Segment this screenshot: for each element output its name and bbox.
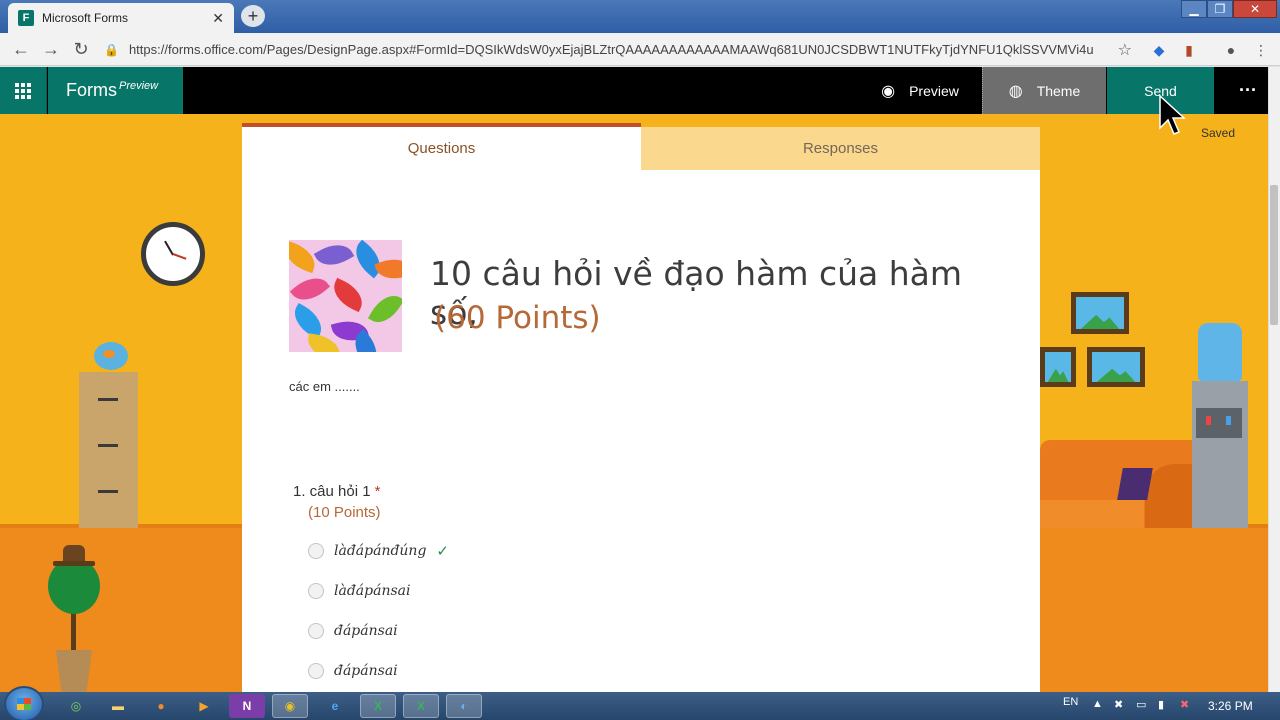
radio-button[interactable] [308, 543, 324, 559]
question-points: (10 Points) [308, 504, 381, 521]
hat-brim [53, 561, 95, 566]
action-center-icon[interactable]: ✖ [1114, 698, 1123, 711]
page-scrollbar[interactable] [1268, 67, 1280, 692]
palette-icon: ◍ [1008, 82, 1023, 100]
address-bar[interactable]: 🔒 https://forms.office.com/Pages/DesignP… [104, 37, 1142, 62]
option-label: làđápánsai [334, 583, 411, 599]
tray-arrow-icon[interactable]: ▲ [1092, 698, 1103, 710]
answer-option[interactable]: làđápánsai [308, 581, 410, 601]
tab-responses[interactable]: Responses [641, 127, 1040, 170]
app-name: Forms [66, 80, 117, 100]
wall-clock-illustration [141, 222, 205, 286]
form-header-image[interactable] [289, 240, 402, 352]
question-text: 1. câu hỏi 1 [293, 483, 371, 500]
app-tag: Preview [119, 79, 159, 92]
radio-button[interactable] [308, 663, 324, 679]
network-app-icon[interactable]: ◐ [446, 694, 482, 718]
picture-frame-illustration [1040, 347, 1076, 387]
language-indicator[interactable]: EN [1063, 696, 1078, 708]
forward-icon[interactable]: → [36, 39, 66, 60]
onenote-icon[interactable]: N [229, 694, 265, 718]
radio-button[interactable] [308, 583, 324, 599]
taskbar-clock[interactable]: 3:26 PM [1208, 699, 1253, 713]
waffle-icon [15, 82, 31, 99]
scrollbar-thumb[interactable] [1270, 185, 1278, 325]
water-cooler-bottle [1198, 323, 1242, 381]
window-minimize-button[interactable]: ▁ [1181, 0, 1207, 18]
new-tab-button[interactable]: + [241, 5, 265, 27]
excel-icon[interactable]: X [403, 694, 439, 718]
preview-label: Preview [909, 82, 959, 99]
theme-label: Theme [1036, 82, 1081, 99]
profile-icon[interactable]: ● [1222, 41, 1240, 59]
folder-icon[interactable]: ▬ [100, 694, 136, 718]
window-close-button[interactable]: ✕ [1233, 0, 1277, 18]
eye-icon: ◉ [881, 82, 896, 100]
back-icon[interactable]: ← [6, 39, 36, 60]
chrome-icon[interactable]: ◉ [272, 694, 308, 718]
app-launcher-button[interactable] [0, 67, 47, 114]
question-title[interactable]: 1. câu hỏi 1 * [293, 483, 380, 500]
volume-muted-icon[interactable]: ✖ [1180, 698, 1189, 711]
signal-icon[interactable]: ▮ [1158, 698, 1164, 711]
forms-brand[interactable]: Forms Preview [48, 67, 183, 114]
option-label: làđápánđúng [334, 543, 427, 559]
firefox-icon[interactable]: ● [143, 694, 179, 718]
browser-tab[interactable]: F Microsoft Forms ✕ [8, 3, 234, 33]
option-label: đápánsai [334, 663, 398, 679]
cabinet-illustration [79, 372, 138, 528]
water-cooler-panel [1196, 408, 1242, 438]
extension-icon[interactable]: ▮ [1180, 41, 1198, 59]
reload-icon[interactable]: ↻ [66, 39, 96, 60]
lock-icon: 🔒 [104, 42, 119, 57]
option-label: đápánsai [334, 623, 398, 639]
radio-button[interactable] [308, 623, 324, 639]
hat-illustration [63, 545, 85, 561]
forms-header: Forms Preview ◉ Preview ◍ Theme Send ··· [0, 67, 1268, 114]
media-player-icon[interactable]: ▶ [186, 694, 222, 718]
fish-illustration [103, 350, 115, 358]
forms-favicon-icon: F [18, 10, 34, 26]
mouse-cursor-icon [1159, 94, 1186, 135]
chrome-alt-icon[interactable]: ◎ [58, 694, 94, 718]
browser-toolbar: ← → ↻ 🔒 https://forms.office.com/Pages/D… [0, 33, 1280, 66]
bookmark-star-icon[interactable]: ☆ [1118, 40, 1132, 60]
plant-pot [56, 650, 92, 692]
more-options-button[interactable]: ··· [1230, 67, 1266, 114]
window-maximize-button[interactable]: ❐ [1207, 0, 1233, 18]
answer-option[interactable]: đápánsai [308, 661, 398, 681]
browser-titlebar: F Microsoft Forms ✕ + ▁ ❐ ✕ [0, 0, 1280, 33]
internet-explorer-icon[interactable]: e [317, 694, 353, 718]
plant-illustration [48, 558, 100, 614]
form-total-points: (60 Points) [434, 300, 601, 336]
water-cooler-illustration [1192, 381, 1248, 528]
saved-status: Saved [1201, 126, 1236, 140]
display-icon[interactable]: ▭ [1136, 698, 1146, 711]
shield-extension-icon[interactable]: ◆ [1150, 41, 1168, 59]
required-mark: * [374, 483, 381, 500]
picture-frame-illustration [1087, 347, 1145, 387]
theme-button[interactable]: ◍ Theme [982, 67, 1106, 114]
tab-title: Microsoft Forms [42, 11, 129, 25]
sofa-seat [1040, 500, 1144, 528]
excel-icon[interactable]: X [360, 694, 396, 718]
form-description[interactable]: các em ....... [289, 379, 360, 394]
preview-button[interactable]: ◉ Preview [860, 67, 980, 114]
url-text: https://forms.office.com/Pages/DesignPag… [128, 42, 1094, 57]
picture-frame-illustration [1071, 292, 1129, 334]
start-button[interactable] [4, 686, 44, 720]
answer-option[interactable]: làđápánđúng ✓ [308, 541, 449, 561]
browser-menu-icon[interactable]: ⋮ [1252, 41, 1270, 59]
answer-option[interactable]: đápánsai [308, 621, 398, 641]
plant-stem [71, 612, 76, 650]
windows-taskbar: ◎ ▬ ● ▶ N ◉ e X X ◐ EN ▲ ✖ ▭ ▮ ✖ 3:26 PM [0, 686, 1280, 720]
tab-questions[interactable]: Questions [242, 123, 641, 170]
form-tabs: Questions Responses [242, 123, 1040, 170]
pillow-illustration [1117, 468, 1153, 500]
form-card: 10 câu hỏi về đạo hàm của hàm số, (60 Po… [242, 170, 1040, 692]
correct-answer-check-icon[interactable]: ✓ [436, 542, 449, 560]
tab-close-icon[interactable]: ✕ [212, 10, 224, 27]
